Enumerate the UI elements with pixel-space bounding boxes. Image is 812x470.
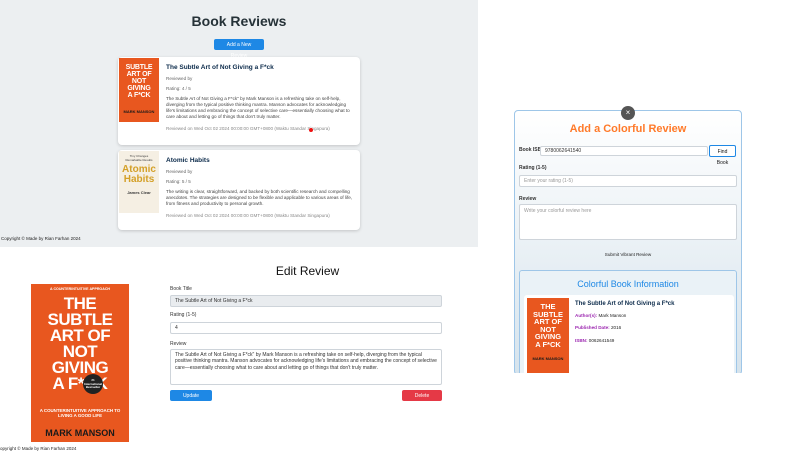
info-published-row: Published Date: 2016: [575, 325, 621, 330]
footer-copyright: opyright © Made by Rian Farhan 2024: [0, 446, 77, 451]
book-cover-image: A COUNTERINTUITIVE APPROACH THE SUBTLE A…: [31, 284, 129, 442]
cover-line: A F*CK: [127, 92, 151, 99]
isbn-info-value: 0062641549: [588, 338, 615, 343]
book-title-label: Book Title: [170, 286, 192, 292]
book-cover-image: THE SUBTLE ART OF NOT GIVING A F*CK MARK…: [527, 298, 569, 373]
cover-author: MARK MANSON: [532, 356, 564, 361]
book-title-input[interactable]: The Subtle Art of Not Giving a F*ck: [170, 295, 442, 307]
info-author-row: Author(s): Mark Manson: [575, 313, 626, 318]
find-book-button[interactable]: Find Book: [709, 145, 736, 166]
cover-top-text: A COUNTERINTUITIVE APPROACH: [49, 287, 111, 291]
cover-line: A F*CK: [535, 339, 561, 349]
cover-line: Habits: [123, 174, 155, 185]
published-label: Published Date:: [575, 325, 610, 330]
cover-line: GIVING: [127, 85, 151, 92]
rating-label: Rating (1-5): [519, 165, 547, 171]
submit-review-button[interactable]: Submit Vibrant Review: [517, 252, 739, 257]
rating-input[interactable]: 4: [170, 322, 442, 334]
review-text: The writing is clear, straightforward, a…: [166, 189, 353, 206]
review-label: Review: [170, 341, 187, 347]
cover-author: MARK MANSON: [123, 109, 155, 114]
review-date: Reviewed on Wed Oct 02 2024 00:00:00 GMT…: [166, 213, 330, 218]
review-textarea[interactable]: The Subtle Art of Not Giving a F*ck" by …: [170, 349, 442, 385]
isbn-input[interactable]: 9780062641540: [540, 146, 708, 156]
edit-review-page: Edit Review A COUNTERINTUITIVE APPROACH …: [0, 247, 482, 470]
rating-label: Rating (1-5): [170, 312, 197, 318]
cover-subtitle: A COUNTERINTUITIVE APPROACH TO LIVING A …: [39, 408, 121, 418]
review-content: Atomic Habits Reviewed by Rating: 5 / 5 …: [166, 157, 354, 219]
page-title: Book Reviews: [191, 13, 287, 29]
cover-line: A F*CK: [52, 374, 108, 393]
published-value: 2016: [611, 325, 622, 330]
review-text: The Subtle Art of Not Giving a F*ck" by …: [166, 96, 350, 119]
review-card[interactable]: SUBTLE ART OF NOT GIVING A F*CK MARK MAN…: [118, 57, 360, 145]
author-label: Author(s):: [575, 313, 598, 318]
page-title: Edit Review: [275, 264, 340, 278]
cover-line: SUBTLE: [125, 64, 153, 71]
rating-input[interactable]: Enter your rating (1-5): [519, 175, 737, 187]
cover-tagline: Tiny Changes Remarkable Results: [125, 154, 153, 162]
review-content: The Subtle Art of Not Giving a F*ck Revi…: [166, 64, 354, 132]
book-info-card: Colorful Book Information THE SUBTLE ART…: [519, 270, 737, 373]
book-info-title: Colorful Book Information: [577, 279, 679, 289]
book-cover-image: SUBTLE ART OF NOT GIVING A F*CK MARK MAN…: [119, 58, 159, 122]
form-title: Add a Colorful Review: [569, 123, 687, 135]
review-card[interactable]: Tiny Changes Remarkable Results Atomic H…: [118, 150, 360, 230]
info-isbn-row: ISBN: 0062641549: [575, 338, 614, 343]
review-rating: Rating: 5 / 5: [166, 179, 191, 184]
book-reviews-page: Book Reviews Add a New Review SUBTLE ART…: [0, 0, 478, 247]
info-book-title: The Subtle Art of Not Giving a F*ck: [575, 301, 675, 307]
update-review-button[interactable]: Update Review: [170, 390, 212, 410]
book-info-panel: THE SUBTLE ART OF NOT GIVING A F*CK MARK…: [524, 295, 734, 373]
cover-author: James Clear: [127, 190, 151, 195]
bestseller-badge: #1 International Bestseller: [83, 374, 103, 394]
footer-copyright: Copyright © Made by Rian Farhan 2024: [1, 236, 81, 241]
review-form-card: Add a Colorful Review Book ISBN 97800626…: [514, 110, 742, 373]
reviewed-by: Reviewed by: [166, 169, 193, 174]
delete-review-button[interactable]: Delete Review: [402, 390, 442, 410]
reviewed-by: Reviewed by: [166, 76, 193, 81]
review-textarea[interactable]: Write your colorful review here: [519, 204, 737, 240]
author-value: Mark Manson: [598, 313, 627, 318]
isbn-info-label: ISBN:: [575, 338, 588, 343]
book-cover-image: Tiny Changes Remarkable Results Atomic H…: [119, 151, 159, 213]
cover-line: ART OF: [126, 71, 152, 78]
review-label: Review: [519, 196, 537, 202]
colorful-review-page: Add a Colorful Review Book ISBN 97800626…: [478, 0, 812, 373]
cover-line: NOT: [131, 78, 147, 85]
cover-author: MARK MANSON: [45, 428, 115, 438]
cursor-dot-icon: [309, 128, 313, 132]
review-rating: Rating: 4 / 5: [166, 86, 191, 91]
review-book-title: The Subtle Art of Not Giving a F*ck: [166, 64, 274, 71]
add-review-button[interactable]: Add a New Review: [214, 39, 264, 59]
close-icon[interactable]: ×: [621, 106, 635, 120]
review-date: Reviewed on Wed Oct 02 2024 00:00:00 GMT…: [166, 126, 330, 131]
review-book-title: Atomic Habits: [166, 157, 210, 164]
